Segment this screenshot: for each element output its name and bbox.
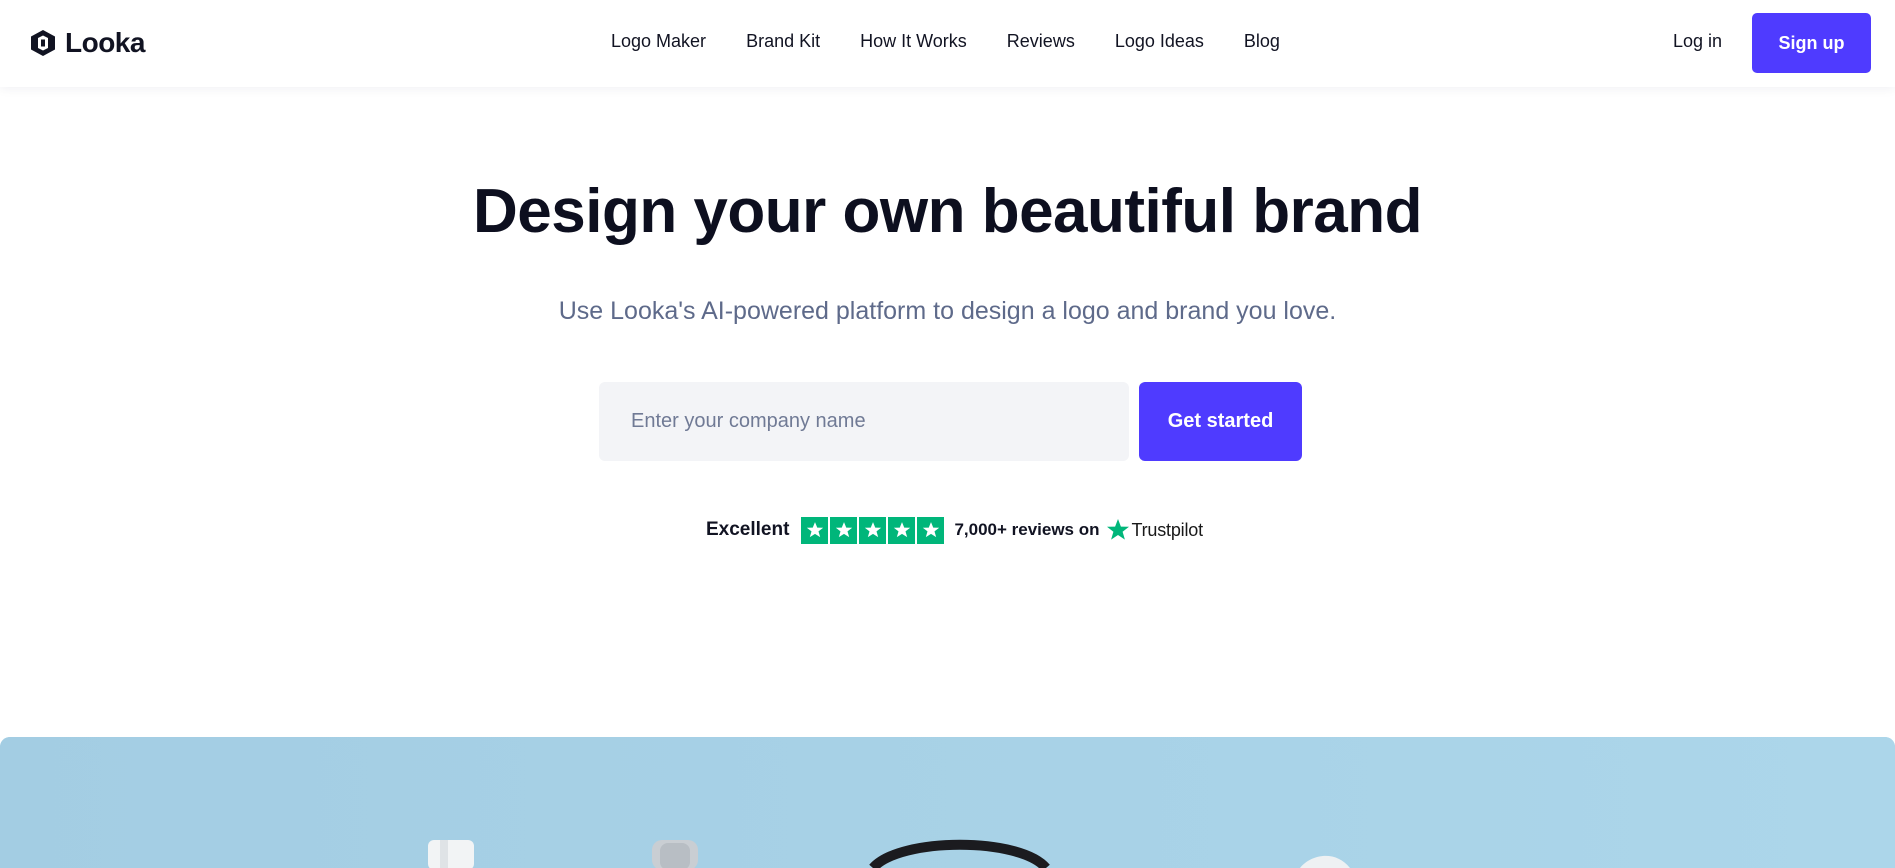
nav-item-blog[interactable]: Blog (1244, 31, 1280, 52)
reviews-count: 7,000+ reviews on (954, 520, 1100, 539)
star-icon (859, 516, 887, 544)
rating-label: Excellent (706, 519, 790, 540)
signup-button[interactable]: Sign up (1752, 13, 1871, 73)
star-icon (801, 516, 829, 544)
main-nav: Logo Maker Brand Kit How It Works Review… (611, 31, 1280, 52)
hero-subtitle: Use Looka's AI-powered platform to desig… (558, 297, 1337, 325)
trustpilot-star-icon (1106, 519, 1129, 540)
get-started-button[interactable]: Get started (1139, 382, 1302, 461)
star-rating (801, 516, 945, 544)
trustpilot-rating[interactable]: Excellent 7,000+ reviews on Trustpilot (706, 516, 1203, 544)
nav-item-reviews[interactable]: Reviews (1007, 31, 1075, 52)
brand-logo[interactable]: Looka (29, 27, 145, 58)
star-icon (830, 516, 858, 544)
hero-product-image (0, 737, 1895, 868)
nav-item-brand-kit[interactable]: Brand Kit (746, 31, 820, 52)
site-header: Looka Logo Maker Brand Kit How It Works … (0, 0, 1895, 87)
nav-item-logo-maker[interactable]: Logo Maker (611, 31, 706, 52)
looka-logo-icon (31, 30, 55, 56)
company-name-input[interactable] (599, 382, 1129, 461)
star-icon (888, 516, 916, 544)
nav-item-how-it-works[interactable]: How It Works (860, 31, 967, 52)
login-link[interactable]: Log in (1673, 31, 1722, 52)
trustpilot-logo: Trustpilot (1106, 518, 1203, 542)
nav-item-logo-ideas[interactable]: Logo Ideas (1115, 31, 1204, 52)
star-icon (917, 516, 945, 544)
brand-name: Looka (65, 27, 145, 58)
trustpilot-name: Trustpilot (1131, 519, 1204, 540)
hero-title: Design your own beautiful brand (473, 177, 1422, 246)
